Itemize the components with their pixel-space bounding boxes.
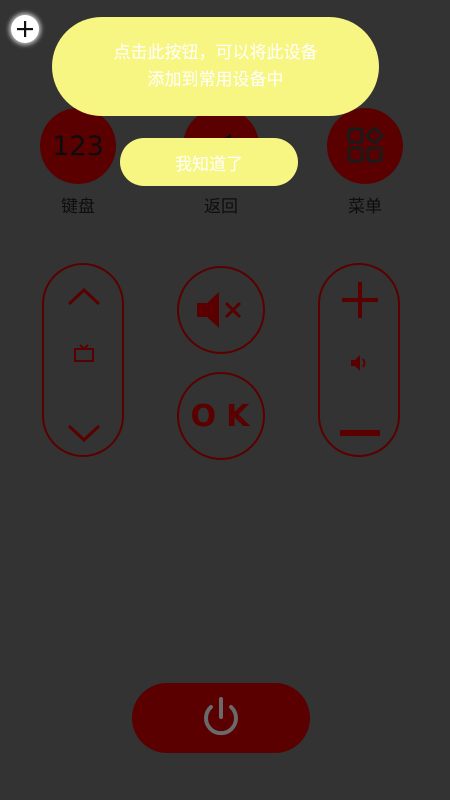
channel-control [42,263,124,457]
plus-icon [17,21,33,37]
menu-button[interactable] [327,108,403,184]
keyboard-button[interactable]: 123 [40,108,116,184]
power-button[interactable] [132,683,310,753]
speaker-icon [351,355,366,371]
got-it-button[interactable]: 我知道了 [120,138,298,186]
keyboard-label: 键盘 [61,197,95,217]
menu-grid-icon [347,126,384,163]
ok-button[interactable]: OK [177,372,265,460]
power-icon [204,697,238,736]
mute-icon [197,292,242,328]
add-favorite-button[interactable] [11,15,39,43]
mute-button[interactable] [177,266,265,354]
volume-down-icon[interactable] [340,427,380,439]
tooltip-bubble: 点击此按钮，可以将此设备 添加到常用设备中 [52,17,379,116]
channel-down-icon[interactable] [66,421,102,445]
tv-icon [74,344,94,362]
tooltip-line-1: 点击此按钮，可以将此设备 [113,42,318,63]
menu-label: 菜单 [348,197,382,217]
ok-label: OK [190,398,260,434]
volume-control [318,263,400,457]
channel-up-icon[interactable] [66,285,102,309]
tooltip-line-2: 添加到常用设备中 [147,69,284,90]
volume-up-icon[interactable] [340,280,380,320]
keyboard-icon-text: 123 [52,130,104,162]
back-label: 返回 [204,197,238,217]
